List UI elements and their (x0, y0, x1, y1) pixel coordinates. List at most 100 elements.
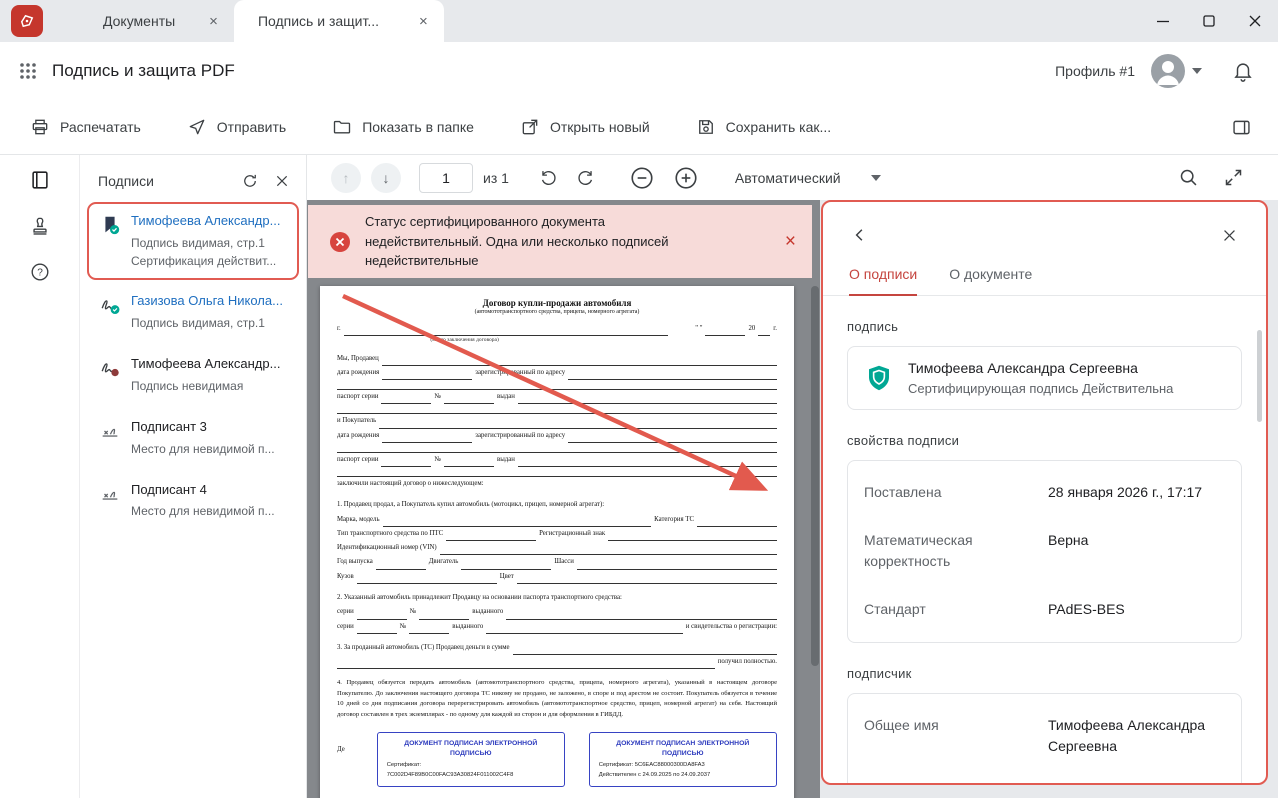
show-in-folder-button[interactable]: Показать в папке (332, 117, 474, 137)
contract-subtitle: (автомототранспортного средства, прицепа… (337, 309, 777, 315)
page-number-input[interactable] (419, 163, 473, 193)
help-icon[interactable]: ? (29, 261, 51, 283)
close-icon[interactable]: × (209, 14, 218, 29)
arrow-down-icon: ↓ (383, 170, 390, 186)
zoom-in-icon[interactable] (673, 165, 699, 191)
back-icon[interactable] (851, 226, 869, 244)
save-as-button[interactable]: Сохранить как... (696, 117, 831, 137)
fullscreen-icon[interactable] (1223, 167, 1244, 188)
close-panel-icon[interactable] (274, 173, 290, 189)
status-banner-message: Статус сертифицированного документа неде… (365, 212, 700, 271)
property-label: Общее имя (864, 715, 1036, 758)
avatar[interactable] (1151, 54, 1185, 88)
doc-text: получил полностью. (718, 655, 777, 669)
open-new-button[interactable]: Открыть новый (520, 117, 650, 137)
shield-icon (864, 363, 894, 393)
signatures-list: Тимофеева Александр... Подпись видимая, … (80, 198, 306, 537)
blank-line (697, 517, 777, 527)
property-value: PAdES-BES (1048, 599, 1225, 621)
rotate-right-icon[interactable] (576, 168, 595, 187)
signature-name[interactable]: Газизова Ольга Никола... (131, 293, 283, 310)
details-panel-header (847, 214, 1242, 256)
doc-text: г. (773, 322, 777, 336)
print-button[interactable]: Распечатать (30, 117, 141, 137)
viewer-column: ↑ ↓ из 1 Автоматический Статус сертифици… (307, 155, 1278, 798)
blank-line (379, 419, 777, 429)
doc-text: Марка, модель (337, 513, 380, 527)
send-icon (187, 117, 207, 137)
signature-list-item[interactable]: Газизова Ольга Никола... Подпись видимая… (87, 282, 299, 343)
contract-title: Договор купли-продажи автомобиля (337, 298, 777, 308)
signature-list-item[interactable]: Тимофеева Александр... Подпись видимая, … (87, 202, 299, 280)
signature-list-item[interactable]: Подписант 3 Место для невидимой п... (87, 408, 299, 469)
blank-line (337, 443, 777, 453)
close-icon[interactable]: × (419, 14, 428, 29)
contract-row: получил полностью. (337, 655, 777, 669)
blank-line (357, 610, 407, 620)
notifications-bell-icon[interactable] (1232, 60, 1254, 82)
blank-line (705, 326, 745, 336)
refresh-icon[interactable] (241, 172, 259, 190)
contract-row: серии№выданногои свидетельства о регистр… (337, 620, 777, 634)
signature-properties-card: Поставлена 28 января 2026 г., 17:17 Мате… (847, 460, 1242, 643)
printer-icon (30, 117, 50, 137)
property-label: Страна (864, 784, 1036, 785)
signature-placeholder-icon (99, 483, 121, 505)
save-as-label: Сохранить как... (726, 119, 831, 135)
tab-documents[interactable]: Документы × (79, 0, 234, 42)
contract-row: и Покупатель (337, 414, 777, 428)
signature-list-item[interactable]: Подписант 4 Место для невидимой п... (87, 471, 299, 532)
folder-icon (332, 117, 352, 137)
details-scrollbar[interactable] (1257, 330, 1262, 422)
send-button[interactable]: Отправить (187, 117, 286, 137)
contract-row: Идентификационный номер (VIN) (337, 541, 777, 555)
app-logo (11, 5, 43, 37)
property-row: Математическая корректность Верна (864, 517, 1225, 586)
property-label: Поставлена (864, 482, 1036, 504)
stamp-icon[interactable] (29, 215, 51, 237)
close-window-icon[interactable] (1248, 14, 1262, 28)
page-down-button[interactable]: ↓ (371, 163, 401, 193)
doc-text: и свидетельства о регистрации: (686, 620, 777, 634)
signature-name[interactable]: Тимофеева Александр... (131, 356, 280, 373)
document-scrollbar[interactable] (811, 286, 819, 666)
contract-row: КузовЦвет (337, 570, 777, 584)
signature-name[interactable]: Подписант 4 (131, 482, 275, 499)
blank-line (337, 467, 777, 477)
doc-text: зарегистрированный по адресу (475, 429, 565, 443)
banner-close-icon[interactable]: × (785, 232, 796, 251)
contract-row (337, 404, 777, 414)
tab-about-signature[interactable]: О подписи (849, 266, 917, 295)
show-in-folder-label: Показать в папке (362, 119, 474, 135)
signatures-book-icon[interactable] (29, 169, 51, 191)
apps-grid-icon[interactable] (18, 61, 38, 81)
side-panel-toggle-icon[interactable] (1231, 117, 1252, 138)
signature-name[interactable]: Подписант 3 (131, 419, 275, 436)
property-row: Страна RU (864, 771, 1225, 785)
zoom-mode-select[interactable]: Автоматический (735, 170, 881, 186)
chevron-down-icon (871, 175, 881, 181)
maximize-icon[interactable] (1202, 14, 1216, 28)
signature-line1: Место для невидимой п... (131, 441, 275, 458)
contract-row: г. " " 20 г. (337, 322, 777, 336)
signature-name[interactable]: Тимофеева Александр... (131, 213, 280, 230)
close-details-icon[interactable] (1221, 227, 1238, 244)
svg-text:?: ? (37, 268, 43, 279)
signature-line1: Подпись невидимая (131, 378, 280, 395)
rotate-left-icon[interactable] (539, 168, 558, 187)
tab-sign-protect[interactable]: Подпись и защит... × (234, 0, 444, 42)
page-up-button[interactable]: ↑ (331, 163, 361, 193)
minimize-icon[interactable] (1156, 14, 1170, 28)
contract-row: дата рождениязарегистрированный по адрес… (337, 429, 777, 443)
search-icon[interactable] (1178, 167, 1199, 188)
tab-about-document[interactable]: О документе (949, 266, 1032, 295)
signature-summary-card: Тимофеева Александра Сергеевна Сертифици… (847, 346, 1242, 410)
profile-label[interactable]: Профиль #1 (1055, 63, 1135, 79)
chevron-down-icon[interactable] (1192, 68, 1202, 74)
doc-text: и Покупатель (337, 414, 376, 428)
signature-list-item[interactable]: Тимофеева Александр... Подпись невидимая (87, 345, 299, 406)
left-icon-rail: ? (0, 155, 80, 798)
doc-text: Мы, Продавец (337, 352, 379, 366)
blank-line (568, 370, 777, 380)
zoom-out-icon[interactable] (629, 165, 655, 191)
